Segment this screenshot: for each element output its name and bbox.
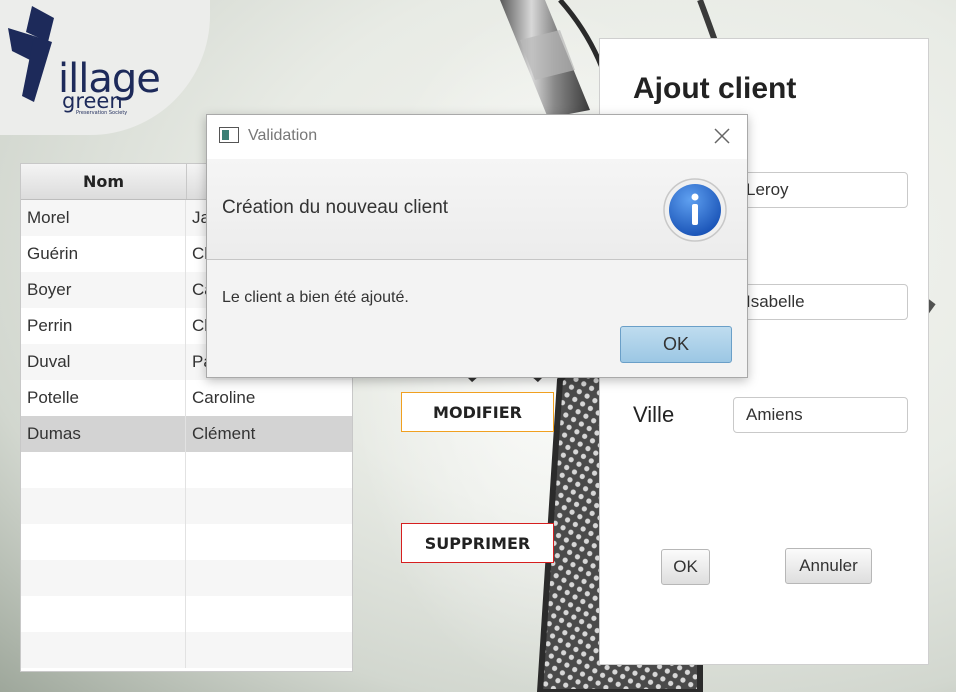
cell-prenom: Caroline	[192, 388, 256, 407]
empty-row	[21, 632, 352, 668]
information-icon	[663, 178, 727, 242]
dialog-titlebar[interactable]: Validation	[207, 115, 747, 159]
dialog-message: Le client a bien été ajouté.	[222, 289, 409, 306]
cell-prenom: Clément	[192, 424, 256, 443]
window-app-icon	[219, 127, 239, 143]
empty-row	[21, 524, 352, 560]
cell-nom: Guérin	[21, 236, 186, 272]
cell-nom: Potelle	[21, 380, 186, 416]
cell-nom: Duval	[21, 344, 186, 380]
empty-row	[21, 596, 352, 632]
dialog-header-text: Création du nouveau client	[222, 197, 449, 218]
modify-button[interactable]: MODIFIER	[401, 392, 554, 432]
delete-button[interactable]: SUPPRIMER	[401, 523, 554, 563]
cell-nom: Dumas	[21, 416, 186, 452]
close-icon[interactable]	[711, 125, 733, 147]
prenom-field[interactable]: Isabelle	[733, 284, 908, 320]
column-header-nom[interactable]: Nom	[21, 164, 187, 199]
dialog-title: Validation	[248, 127, 318, 144]
empty-row	[21, 488, 352, 524]
dialog-ok-button[interactable]: OK	[620, 326, 732, 363]
form-ok-button[interactable]: OK	[661, 549, 710, 585]
cell-nom: Boyer	[21, 272, 186, 308]
village-green-logo: illage green Preservation Society	[0, 0, 210, 135]
dialog-header: Création du nouveau client	[207, 159, 747, 260]
table-row-selected[interactable]: Dumas Clément	[21, 416, 352, 452]
form-cancel-button[interactable]: Annuler	[785, 548, 872, 584]
cell-nom: Morel	[21, 200, 186, 236]
panel-title: Ajout client	[633, 72, 797, 105]
logo-tagline: Preservation Society	[76, 110, 128, 116]
empty-row	[21, 560, 352, 596]
nom-field[interactable]: Leroy	[733, 172, 908, 208]
ville-label: Ville	[633, 402, 675, 427]
validation-dialog: Validation Création du nouveau client Le…	[206, 114, 748, 378]
cell-nom: Perrin	[21, 308, 186, 344]
ville-field[interactable]: Amiens	[733, 397, 908, 433]
empty-row	[21, 452, 352, 488]
table-row[interactable]: Potelle Caroline	[21, 380, 352, 416]
